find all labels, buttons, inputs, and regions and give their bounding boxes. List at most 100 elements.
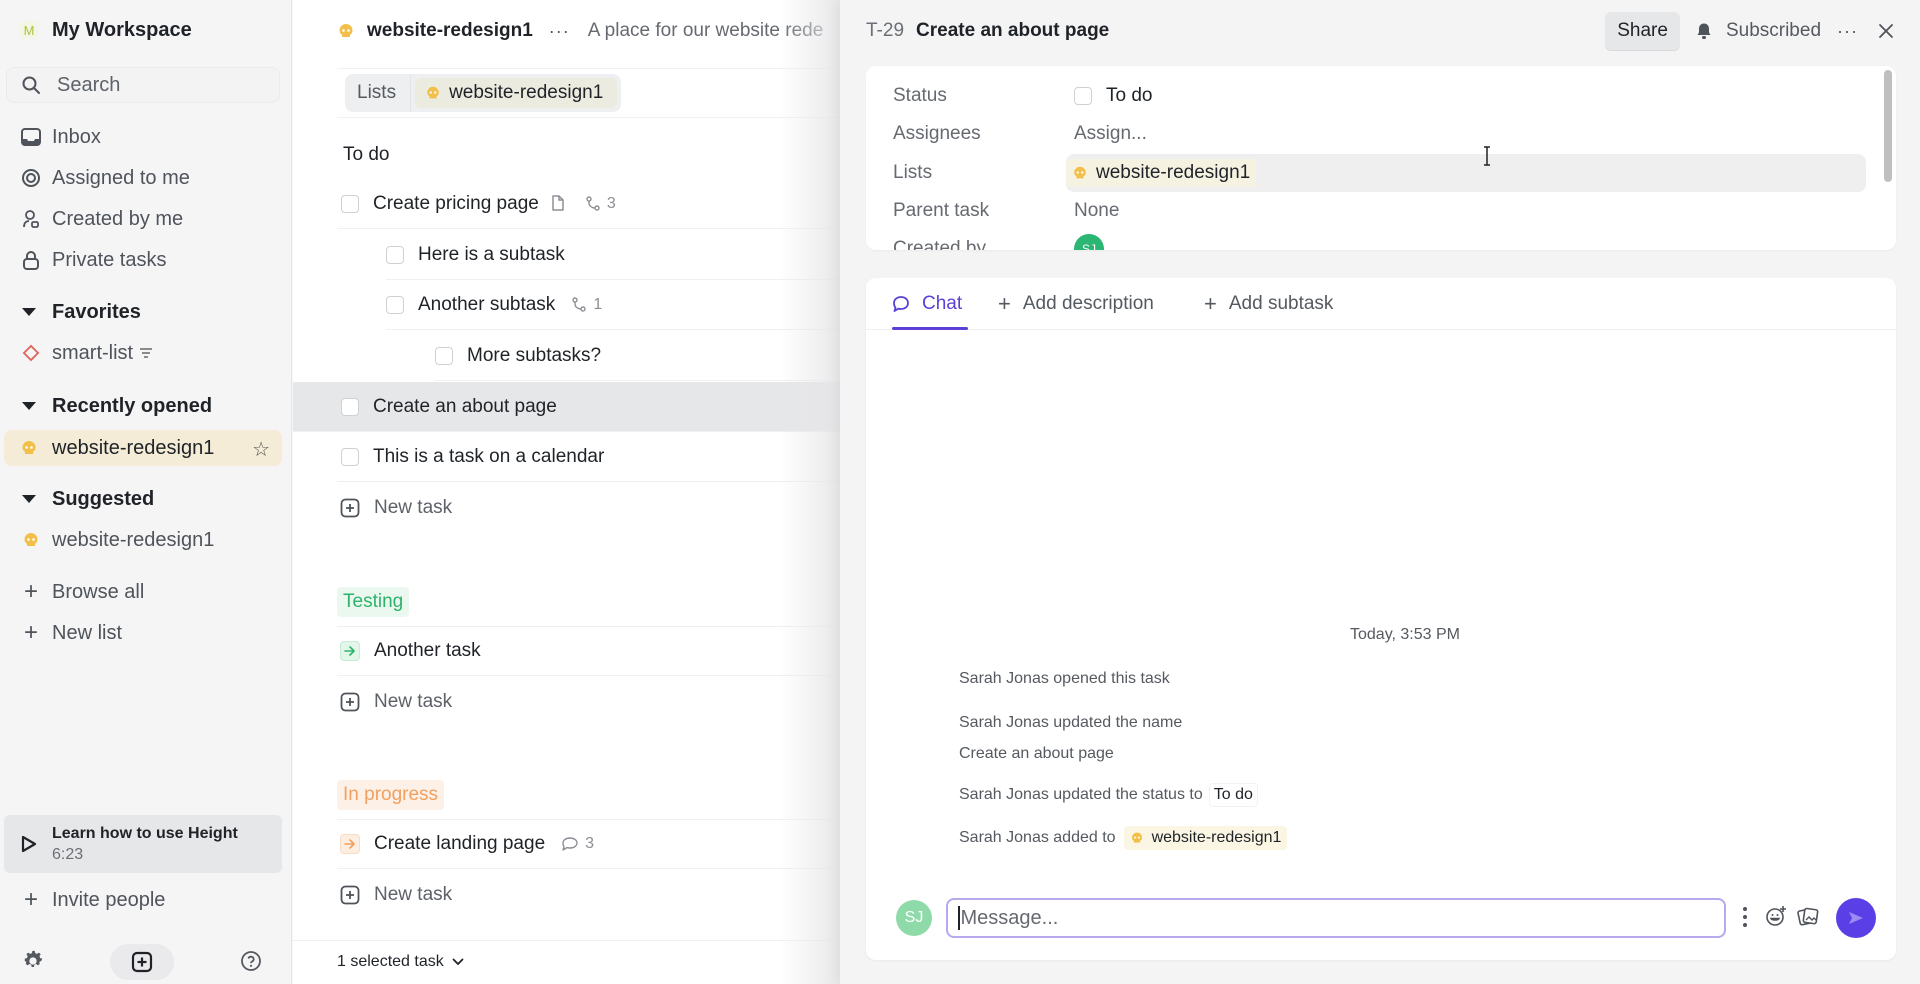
sidebar-item-created[interactable]: Created by me <box>0 203 292 235</box>
invite-people-button[interactable]: + Invite people <box>0 884 292 916</box>
emoji-add-icon[interactable] <box>1764 904 1788 928</box>
more-options-icon[interactable]: ··· <box>549 21 570 42</box>
properties-scrollbar[interactable] <box>1884 70 1892 182</box>
recent-section-toggle[interactable]: Recently opened <box>0 390 292 422</box>
sidebar-bottom-bar <box>0 944 292 980</box>
activity-text: Sarah Jonas added to <box>959 829 1116 846</box>
sidebar-item-label: smart-list <box>52 341 134 364</box>
new-task-button[interactable]: New task <box>337 677 840 727</box>
comment-count: 3 <box>585 835 595 852</box>
status-checkbox[interactable] <box>435 346 453 365</box>
close-icon[interactable] <box>1878 23 1894 39</box>
workspace-switcher[interactable]: M My Workspace <box>20 16 192 44</box>
workspace-name: My Workspace <box>52 18 192 41</box>
tab-chat[interactable]: Chat <box>892 290 962 318</box>
sidebar-item-assigned[interactable]: Assigned to me <box>0 162 292 194</box>
status-checkbox[interactable] <box>341 447 359 466</box>
sidebar-item-private[interactable]: Private tasks <box>0 244 292 276</box>
plus-icon: + <box>23 578 38 605</box>
task-row-selected[interactable]: Create an about page <box>293 382 840 432</box>
image-upload-icon[interactable] <box>1796 904 1820 928</box>
sidebar: M My Workspace Search Inbox Assigned to … <box>0 0 292 984</box>
new-task-button[interactable]: New task <box>337 483 840 533</box>
task-id: T-29 <box>866 20 905 41</box>
list-chip[interactable]: website-redesign1 <box>1066 159 1257 187</box>
task-row[interactable]: Another task <box>337 626 840 676</box>
task-row[interactable]: Create pricing page 3 <box>337 179 840 229</box>
more-options-icon[interactable]: ··· <box>1837 21 1858 42</box>
task-row[interactable]: Here is a subtask <box>386 230 840 280</box>
status-checkbox[interactable] <box>386 295 404 314</box>
assignees-value[interactable]: Assign... <box>1074 123 1147 145</box>
tab-add-subtask[interactable]: + Add subtask <box>1204 290 1333 318</box>
subscribed-label: Subscribed <box>1725 20 1822 41</box>
share-button[interactable]: Share <box>1605 12 1680 50</box>
detail-tabs: Chat + Add description + Add subtask <box>866 278 1896 330</box>
status-checkbox[interactable] <box>341 397 359 416</box>
selected-count-dropdown[interactable]: 1 selected task <box>337 953 464 971</box>
task-row[interactable]: Another subtask 1 <box>386 280 840 330</box>
task-detail-panel: T-29 Create an about page Share Subscrib… <box>840 0 1920 984</box>
task-title: More subtasks? <box>467 344 602 366</box>
gear-icon[interactable] <box>22 950 44 972</box>
list-chip-label: website-redesign1 <box>1096 162 1251 183</box>
sidebar-item-label: Created by me <box>52 207 184 230</box>
task-row[interactable]: This is a task on a calendar <box>337 432 840 482</box>
sidebar-item-website-redesign1-suggested[interactable]: website-redesign1 <box>0 524 292 556</box>
tab-label: Chat <box>922 293 963 314</box>
new-list-label: New list <box>52 621 123 644</box>
list-description[interactable]: A place for our website rede <box>588 20 824 42</box>
document-icon <box>551 195 565 212</box>
filter-icon <box>139 347 153 359</box>
new-task-button[interactable]: New task <box>337 870 840 920</box>
sidebar-item-smart-list[interactable]: smart-list <box>0 337 292 369</box>
subscribe-toggle[interactable]: Subscribed <box>1696 20 1821 42</box>
suggested-section-toggle[interactable]: Suggested <box>0 483 292 515</box>
task-title[interactable]: Create an about page <box>916 20 1109 42</box>
learn-video-card[interactable]: Learn how to use Height 6:23 <box>4 815 282 873</box>
lists-tab[interactable]: Lists <box>345 74 412 112</box>
task-row[interactable]: More subtasks? <box>435 331 840 381</box>
status-checkbox[interactable] <box>1074 87 1092 105</box>
help-icon[interactable] <box>240 950 262 972</box>
plus-square-icon <box>340 692 360 712</box>
list-header: website-redesign1 ··· A place for our we… <box>337 18 823 44</box>
learn-title: Learn how to use Height <box>52 824 238 842</box>
tab-add-description[interactable]: + Add description <box>998 290 1154 318</box>
status-checkbox[interactable] <box>386 245 404 264</box>
creator-avatar[interactable]: SJ <box>1074 234 1104 250</box>
more-vertical-icon[interactable] <box>1742 906 1748 928</box>
current-list-tab[interactable]: website-redesign1 <box>415 78 618 108</box>
task-title: This is a task on a calendar <box>373 445 605 467</box>
favorites-section-toggle[interactable]: Favorites <box>0 296 292 328</box>
plus-square-icon <box>340 498 360 518</box>
status-testing-icon[interactable] <box>340 641 360 661</box>
list-title[interactable]: website-redesign1 <box>367 20 533 42</box>
sidebar-item-inbox[interactable]: Inbox <box>0 121 292 153</box>
message-input[interactable]: Message... <box>946 898 1726 938</box>
list-chip[interactable]: website-redesign1 <box>1123 826 1288 850</box>
plus-square-icon <box>131 951 153 973</box>
status-checkbox[interactable] <box>341 194 359 213</box>
status-in-progress-icon[interactable] <box>340 834 360 854</box>
sidebar-item-website-redesign1-recent[interactable]: website-redesign1 ☆ <box>4 430 282 466</box>
skull-icon <box>20 439 38 457</box>
task-row[interactable]: Create landing page 3 <box>337 819 840 869</box>
search-button[interactable]: Search <box>6 67 280 103</box>
group-label-in-progress: In progress <box>337 780 445 810</box>
activity-item: Sarah Jonas updated the name <box>959 714 1182 732</box>
new-list-button[interactable]: + New list <box>0 617 292 649</box>
subtask-icon <box>585 195 601 212</box>
parent-task-value[interactable]: None <box>1074 200 1119 222</box>
browse-all-button[interactable]: + Browse all <box>0 576 292 608</box>
star-icon[interactable]: ☆ <box>252 437 270 462</box>
property-label: Status <box>893 85 947 106</box>
send-button[interactable] <box>1836 898 1876 938</box>
favorites-title: Favorites <box>52 300 141 323</box>
search-label: Search <box>57 73 121 96</box>
new-task-button[interactable] <box>110 944 174 980</box>
selection-footer: 1 selected task <box>293 940 840 984</box>
status-value[interactable]: To do <box>1074 85 1156 107</box>
play-icon <box>20 834 38 854</box>
lists-value[interactable]: website-redesign1 <box>1066 159 1257 187</box>
